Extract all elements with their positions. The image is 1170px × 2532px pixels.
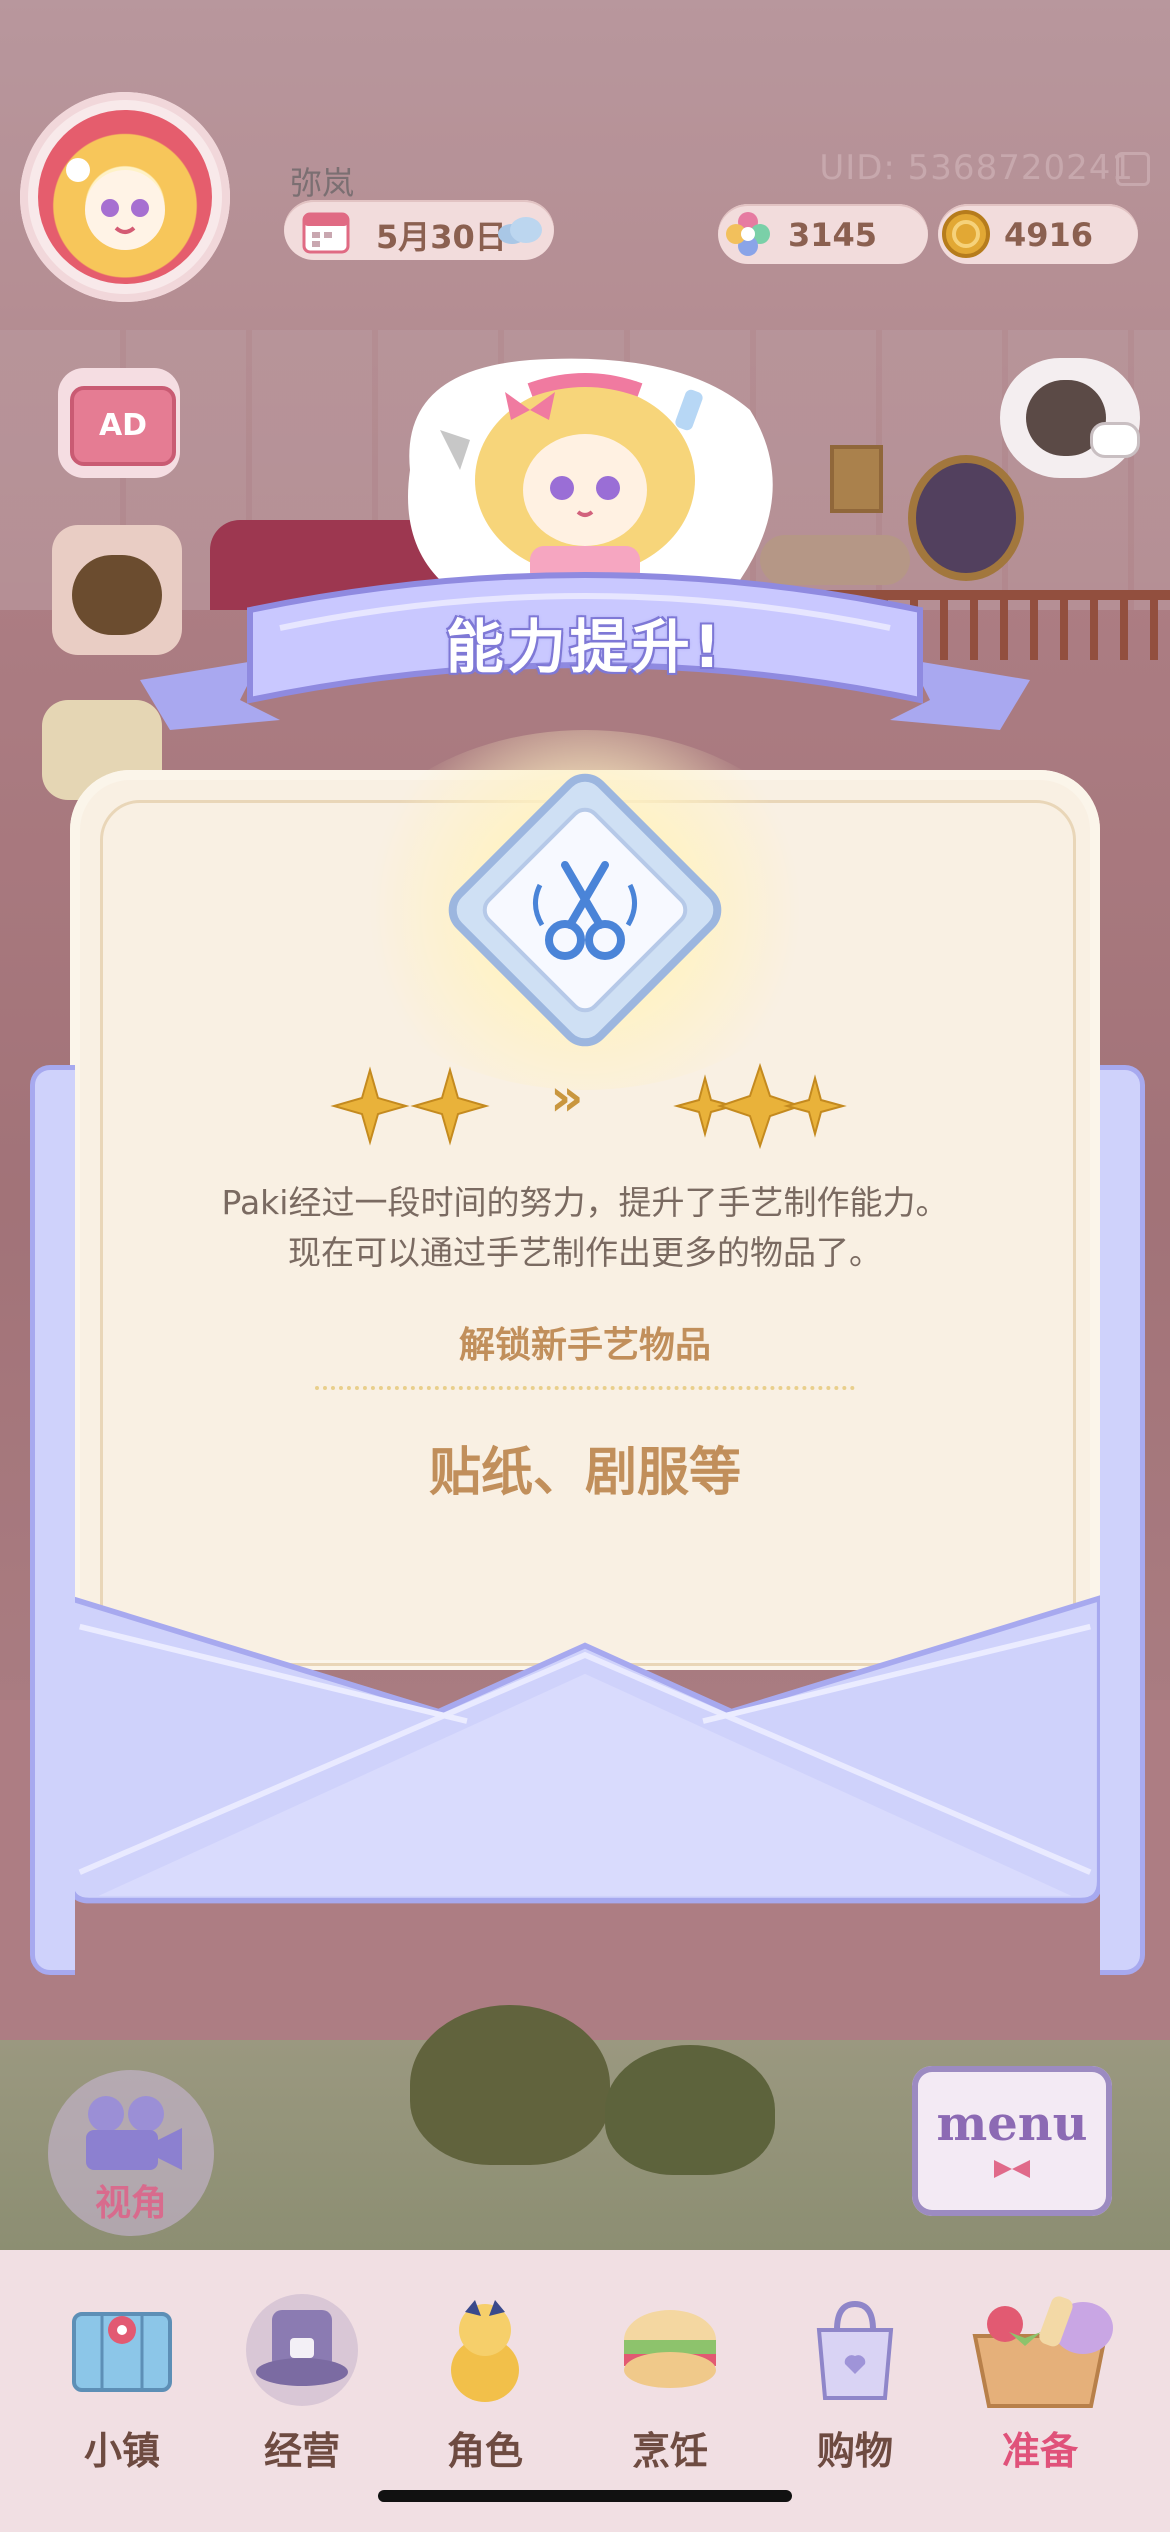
scissors-badge-icon: [448, 773, 722, 1047]
nav-item-cooking[interactable]: 烹饪: [585, 2290, 755, 2490]
star-after-3: [783, 1074, 847, 1138]
nav-item-town[interactable]: 小镇: [37, 2290, 207, 2490]
nav-label-shopping: 购物: [816, 2429, 893, 2473]
hat-lock-icon: [246, 2294, 358, 2406]
gems-value: 3145: [788, 216, 878, 254]
character-icon: [451, 2300, 519, 2402]
unlock-items: 贴纸、剧服等: [428, 1443, 741, 1503]
shopping-bag-icon: [816, 2300, 894, 2400]
bow-icon: [994, 2160, 1030, 2178]
description-line-1: Paki经过一段时间的努力，提升了手艺制作能力。: [221, 1183, 949, 1222]
menu-label: menu: [936, 2096, 1088, 2152]
cloud-weather-icon: [498, 217, 542, 244]
nav-label-cooking: 烹饪: [631, 2429, 708, 2473]
envelope-front: [67, 1594, 1103, 1904]
level-arrow-icon: »: [550, 1068, 584, 1128]
username: 弥岚: [290, 164, 355, 202]
nav-item-business[interactable]: 经营: [217, 2290, 387, 2490]
calendar-icon: [302, 212, 350, 254]
coins-counter[interactable]: 4916: [938, 204, 1138, 264]
envelope-right-side: [1100, 1065, 1145, 1975]
top-status-bar: 弥岚 UID: 5368720241 5月30日 3145 4916: [0, 60, 1170, 330]
coins-value: 4916: [1004, 216, 1094, 254]
nav-label-town: 小镇: [83, 2429, 160, 2473]
basket-icon: [972, 2296, 1113, 2408]
envelope-left-side: [30, 1065, 75, 1975]
dotted-divider: [315, 1386, 855, 1390]
ability-up-popup: 能力提升! » Paki经过一段时间的努力，提升了手艺制作能力。 现在可以通过手…: [30, 350, 1145, 1975]
map-icon: [72, 2312, 172, 2392]
nav-label-prepare: 准备: [1001, 2429, 1078, 2473]
gem-flower-icon: [726, 212, 770, 256]
view-label: 视角: [94, 2183, 167, 2224]
avatar[interactable]: [38, 110, 212, 284]
star-before-1: [330, 1066, 410, 1146]
nav-label-business: 经营: [263, 2429, 340, 2473]
description-line-2: 现在可以通过手艺制作出更多的物品了。: [288, 1233, 882, 1272]
user-id: UID: 5368720241: [819, 148, 1134, 188]
nav-item-character[interactable]: 角色: [400, 2290, 570, 2490]
copy-icon[interactable]: [1116, 152, 1150, 186]
coin-icon: [942, 210, 990, 258]
cake-icon: [624, 2310, 716, 2388]
star-before-2: [410, 1066, 490, 1146]
video-camera-icon: [86, 2096, 182, 2170]
popup-title: 能力提升!: [445, 613, 725, 681]
level-stars-row: [330, 1062, 847, 1150]
date-text: 5月30日: [376, 218, 507, 256]
nav-item-prepare[interactable]: 准备: [955, 2290, 1125, 2490]
date-pill: 5月30日: [284, 200, 554, 260]
gems-counter[interactable]: 3145: [718, 204, 928, 264]
nav-item-shopping[interactable]: 购物: [770, 2290, 940, 2490]
avatar-face-icon: [66, 158, 165, 250]
home-indicator[interactable]: [378, 2490, 792, 2502]
unlock-title: 解锁新手艺物品: [458, 1325, 711, 1366]
nav-label-character: 角色: [446, 2429, 523, 2473]
camera-view-button[interactable]: 视角: [48, 2070, 214, 2236]
menu-book-button[interactable]: menu: [912, 2066, 1112, 2216]
